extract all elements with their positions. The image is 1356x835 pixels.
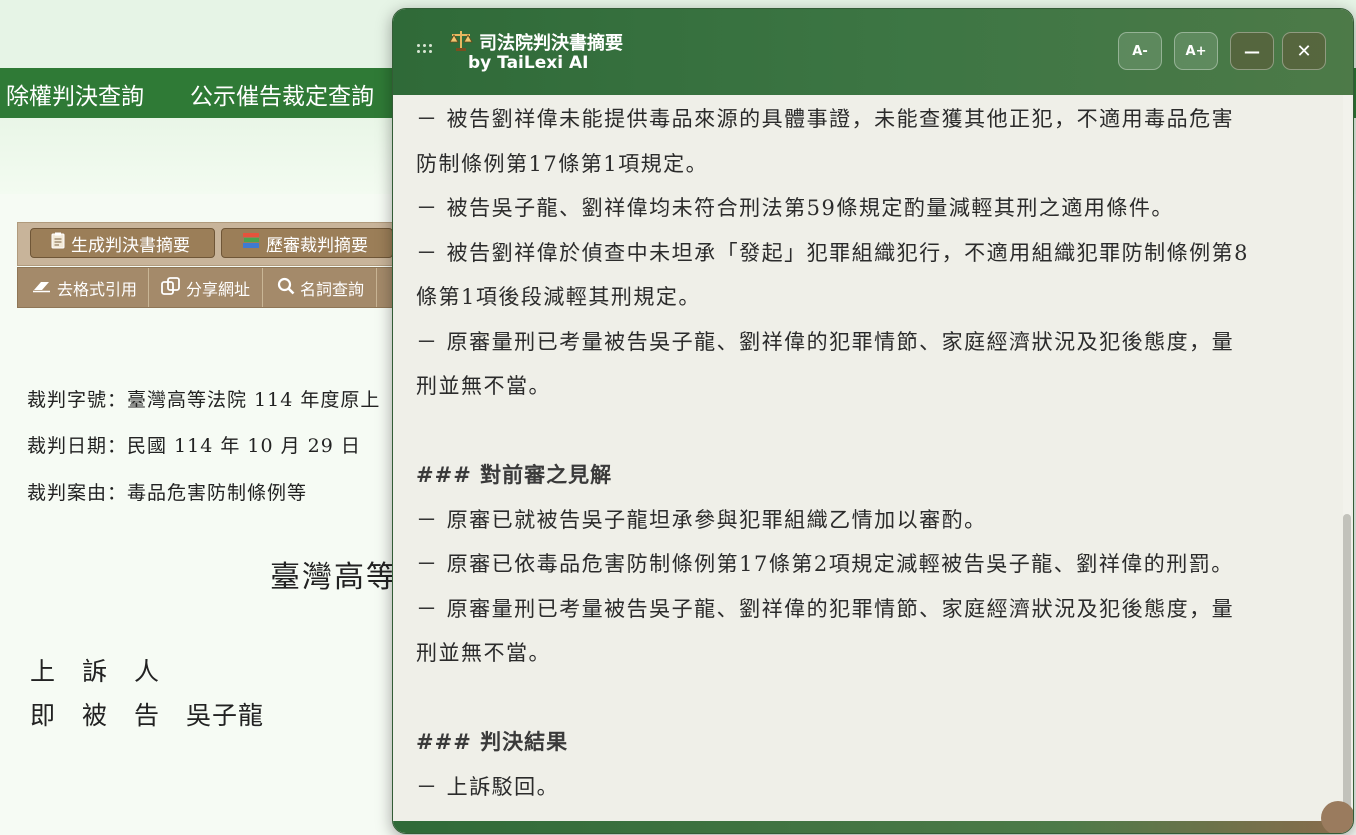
plain-cite-button[interactable]: 去格式引用: [18, 268, 149, 307]
panel-title: 司法院判決書摘要: [479, 33, 623, 54]
clipboard-icon: [51, 232, 65, 254]
party-name: 吳子龍: [186, 701, 265, 730]
minimize-button[interactable]: —: [1230, 32, 1274, 70]
share-url-button[interactable]: 分享網址: [149, 268, 263, 307]
case-date: 裁判日期：民國 114 年 10 月 29 日: [27, 435, 361, 457]
panel-header[interactable]: 司法院判決書摘要 by TaiLexi AI A- A+ — ✕: [393, 9, 1353, 95]
close-button[interactable]: ✕: [1282, 32, 1326, 70]
panel-subtitle: by TaiLexi AI: [468, 53, 589, 73]
party-role-defendant: 即 被 告 吳子龍: [30, 696, 264, 732]
summary-line: － 上訴駁回。: [416, 775, 560, 799]
summary-line: － 原審量刑已考量被告吳子龍、劉祥偉的犯罪情節、家庭經濟狀況及犯後態度，量: [416, 597, 1235, 621]
summary-toolbar: 生成判決書摘要 歷審裁判摘要: [17, 222, 457, 266]
section-heading-prior-ruling: ### 對前審之見解: [416, 462, 613, 487]
generate-summary-button[interactable]: 生成判決書摘要: [30, 228, 215, 258]
summary-panel: 司法院判決書摘要 by TaiLexi AI A- A+ — ✕ － 被告劉祥偉…: [392, 8, 1354, 834]
plain-cite-label: 去格式引用: [57, 279, 138, 299]
copy-link-icon: [161, 276, 181, 299]
search-icon: [277, 277, 295, 299]
summary-line: － 被告吳子龍、劉祥偉均未符合刑法第59條規定酌量減輕其刑之適用條件。: [416, 196, 1174, 220]
party-role-defendant-label: 即 被 告: [30, 701, 161, 730]
section-heading-result: ### 判決結果: [416, 729, 569, 754]
case-number: 裁判字號：臺灣高等法院 114 年度原上: [27, 389, 381, 411]
term-lookup-label: 名詞查詢: [300, 279, 365, 299]
nav-item-removal-judgment[interactable]: 除權判決查詢: [6, 77, 144, 111]
history-summary-button[interactable]: 歷審裁判摘要: [221, 228, 393, 258]
generate-summary-label: 生成判決書摘要: [71, 235, 190, 256]
drag-handle-icon[interactable]: [417, 41, 435, 59]
case-reason: 裁判案由：毒品危害防制條例等: [27, 482, 308, 504]
court-title: 臺灣高等: [270, 560, 398, 595]
resize-handle-icon[interactable]: [1321, 801, 1353, 833]
summary-body[interactable]: － 被告劉祥偉未能提供毒品來源的具體事證，未能查獲其他正犯，不適用毒品危害 防制…: [393, 95, 1343, 821]
summary-line: 條第1項後段減輕其刑規定。: [416, 285, 701, 309]
party-role-appellant: 上 訴 人: [30, 657, 161, 686]
nav-item-public-notice[interactable]: 公示催告裁定查詢: [190, 77, 374, 111]
font-decrease-button[interactable]: A-: [1118, 32, 1162, 70]
term-lookup-button[interactable]: 名詞查詢: [263, 268, 377, 307]
summary-line: 刑並無不當。: [416, 374, 551, 398]
tools-toolbar: 去格式引用 分享網址 名詞查詢: [17, 267, 457, 308]
summary-line: － 原審已就被告吳子龍坦承參與犯罪組織乙情加以審酌。: [416, 508, 987, 532]
summary-line: 防制條例第17條第1項規定。: [416, 152, 709, 176]
history-summary-label: 歷審裁判摘要: [266, 235, 368, 256]
summary-line: 刑並無不當。: [416, 641, 551, 665]
font-increase-button[interactable]: A+: [1174, 32, 1218, 70]
share-url-label: 分享網址: [186, 279, 251, 299]
summary-line: － 原審已依毒品危害防制條例第17條第2項規定減輕被告吳子龍、劉祥偉的刑罰。: [416, 552, 1234, 576]
eraser-icon: [32, 278, 52, 297]
summary-line: － 被告劉祥偉於偵查中未坦承「發起」犯罪組織犯行，不適用組織犯罪防制條例第8: [416, 241, 1250, 265]
scrollbar-thumb[interactable]: [1343, 514, 1351, 814]
summary-line: － 被告劉祥偉未能提供毒品來源的具體事證，未能查獲其他正犯，不適用毒品危害: [416, 107, 1235, 131]
panel-footer: [393, 821, 1353, 833]
summary-line: － 原審量刑已考量被告吳子龍、劉祥偉的犯罪情節、家庭經濟狀況及犯後態度，量: [416, 330, 1235, 354]
books-icon: [242, 232, 260, 254]
